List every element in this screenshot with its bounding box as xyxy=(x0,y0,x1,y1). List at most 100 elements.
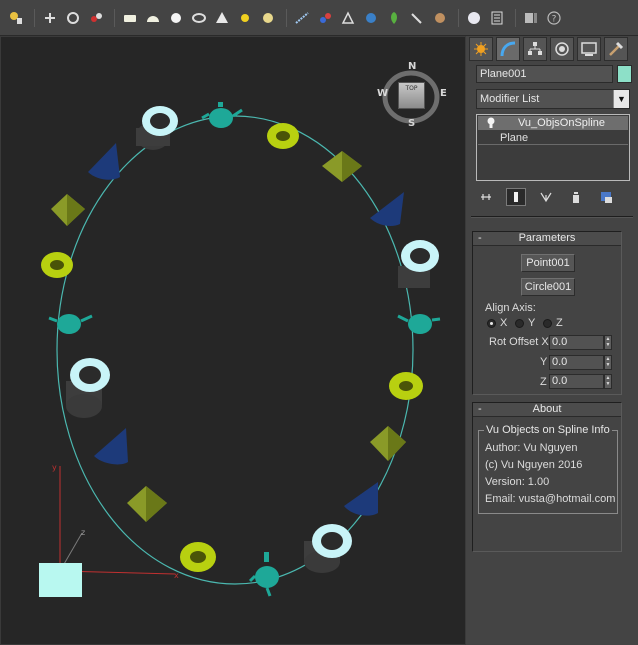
particle-icon[interactable] xyxy=(384,8,404,28)
render-icon[interactable] xyxy=(464,8,484,28)
show-end-result-icon[interactable] xyxy=(506,188,526,206)
command-panel: Plane001 Modifier List ▼ Vu_ObjsOnSpline… xyxy=(466,36,638,645)
rot-offset-z-field[interactable]: 0.0 xyxy=(549,374,604,389)
about-info-group: Vu Objects on Spline Info Author: Vu Ngu… xyxy=(478,424,618,514)
lightbulb-icon[interactable] xyxy=(486,117,496,129)
grid-icon[interactable] xyxy=(521,8,541,28)
torus-object[interactable] xyxy=(41,252,73,278)
torus-object[interactable] xyxy=(267,123,299,149)
sun-icon[interactable] xyxy=(235,8,255,28)
plane-object[interactable] xyxy=(39,563,82,597)
cone-object[interactable] xyxy=(344,482,378,516)
configure-sets-icon[interactable] xyxy=(596,188,616,206)
rot-offset-y-field[interactable]: 0.0 xyxy=(549,355,604,370)
parameters-rollout-header[interactable]: - Parameters xyxy=(473,232,621,246)
snap-icon[interactable] xyxy=(487,8,507,28)
cone-icon[interactable] xyxy=(212,8,232,28)
teapot-object[interactable] xyxy=(397,314,441,334)
torus-icon[interactable] xyxy=(189,8,209,28)
torus-object[interactable] xyxy=(389,372,423,400)
select-icon[interactable] xyxy=(6,8,26,28)
teapot-object[interactable] xyxy=(248,552,279,597)
perspective-viewport[interactable]: y x z TOP N S E W xyxy=(0,36,466,645)
pyramid-object[interactable] xyxy=(51,194,85,226)
toolbar-separator xyxy=(286,8,287,27)
planet-icon[interactable] xyxy=(361,8,381,28)
help-icon[interactable]: ? xyxy=(544,8,564,28)
align-x-radio[interactable] xyxy=(487,319,496,328)
object-color-swatch[interactable] xyxy=(617,65,632,83)
about-author: Author: Vu Nguyen xyxy=(485,442,578,454)
rot-offset-y-spinner[interactable]: ▲ ▼ xyxy=(604,355,612,370)
rot-offset-z-label: Z xyxy=(540,376,547,388)
pyramid-object[interactable] xyxy=(370,426,406,461)
sphere-icon[interactable] xyxy=(143,8,163,28)
bind-icon[interactable] xyxy=(338,8,358,28)
rot-offset-y-label: Y xyxy=(540,356,548,368)
create-tab[interactable] xyxy=(469,37,493,61)
modify-tab[interactable] xyxy=(496,37,520,61)
toolbar-separator xyxy=(114,8,115,27)
object-name-field[interactable]: Plane001 xyxy=(476,65,613,83)
align-z-radio[interactable] xyxy=(543,319,552,328)
align-y-label: Y xyxy=(528,317,536,329)
motion-tab[interactable] xyxy=(550,37,574,61)
rotate-icon[interactable] xyxy=(63,8,83,28)
compass-east[interactable]: E xyxy=(440,88,447,99)
remove-modifier-icon[interactable] xyxy=(566,188,586,206)
toolbar-separator xyxy=(34,8,35,27)
pyramid-object[interactable] xyxy=(127,486,167,522)
cone-object[interactable] xyxy=(94,428,128,465)
link-icon[interactable] xyxy=(315,8,335,28)
tube-object[interactable] xyxy=(398,240,439,288)
viewcube[interactable]: TOP N S E W xyxy=(376,61,447,134)
rot-offset-x-field[interactable]: 0.0 xyxy=(549,335,604,350)
box-icon[interactable] xyxy=(120,8,140,28)
hierarchy-tab[interactable] xyxy=(523,37,547,61)
geosphere-icon[interactable] xyxy=(166,8,186,28)
rot-offset-x-label: Rot Offset X xyxy=(489,336,549,348)
toolbar-separator xyxy=(458,8,459,27)
compass-west[interactable]: W xyxy=(377,88,388,99)
circle-pick-button[interactable]: Circle001 xyxy=(521,278,575,296)
tube-object[interactable] xyxy=(66,358,110,418)
cone-object[interactable] xyxy=(370,192,404,226)
utilities-tab[interactable] xyxy=(604,37,628,61)
pyramid-object[interactable] xyxy=(322,151,362,182)
about-rollout-header[interactable]: - About xyxy=(473,403,621,417)
display-tab[interactable] xyxy=(577,37,601,61)
stack-item-modifier[interactable]: Vu_ObjsOnSpline xyxy=(478,116,628,130)
cone-object[interactable] xyxy=(88,143,120,180)
modifier-list-dropdown[interactable]: Modifier List ▼ xyxy=(476,89,630,109)
collapse-icon[interactable]: - xyxy=(478,403,482,416)
stack-item-base[interactable]: Plane xyxy=(478,131,628,145)
align-axis-label: Align Axis: xyxy=(485,302,536,314)
viewcube-top-face[interactable]: TOP xyxy=(398,82,425,109)
modifier-list-label: Modifier List xyxy=(480,93,540,105)
rot-offset-z-spinner[interactable]: ▲ ▼ xyxy=(604,374,612,389)
point-pick-button[interactable]: Point001 xyxy=(521,254,575,272)
teapot-object[interactable] xyxy=(201,102,243,128)
compass-south[interactable]: S xyxy=(408,118,415,129)
compass-north[interactable]: N xyxy=(408,61,416,72)
align-y-radio[interactable] xyxy=(515,319,524,328)
sphere-gold-icon[interactable] xyxy=(258,8,278,28)
tube-object[interactable] xyxy=(136,106,178,150)
about-rollout: - About Vu Objects on Spline Info Author… xyxy=(472,402,622,552)
tube-object[interactable] xyxy=(304,524,352,573)
bone-icon[interactable] xyxy=(407,8,427,28)
axis-z-label: z xyxy=(81,528,85,537)
chevron-down-icon[interactable]: ▼ xyxy=(613,90,629,108)
parameters-title: Parameters xyxy=(518,232,576,244)
material-icon[interactable] xyxy=(430,8,450,28)
teapot-object[interactable] xyxy=(48,314,93,334)
make-unique-icon[interactable] xyxy=(536,188,556,206)
spline-icon[interactable] xyxy=(292,8,312,28)
pin-stack-icon[interactable] xyxy=(476,188,496,206)
stack-item-label: Vu_ObjsOnSpline xyxy=(518,117,606,129)
scale-icon[interactable] xyxy=(86,8,106,28)
collapse-icon[interactable]: - xyxy=(478,232,482,245)
move-icon[interactable] xyxy=(40,8,60,28)
rot-offset-x-spinner[interactable]: ▲ ▼ xyxy=(604,335,612,350)
torus-object[interactable] xyxy=(180,542,216,572)
